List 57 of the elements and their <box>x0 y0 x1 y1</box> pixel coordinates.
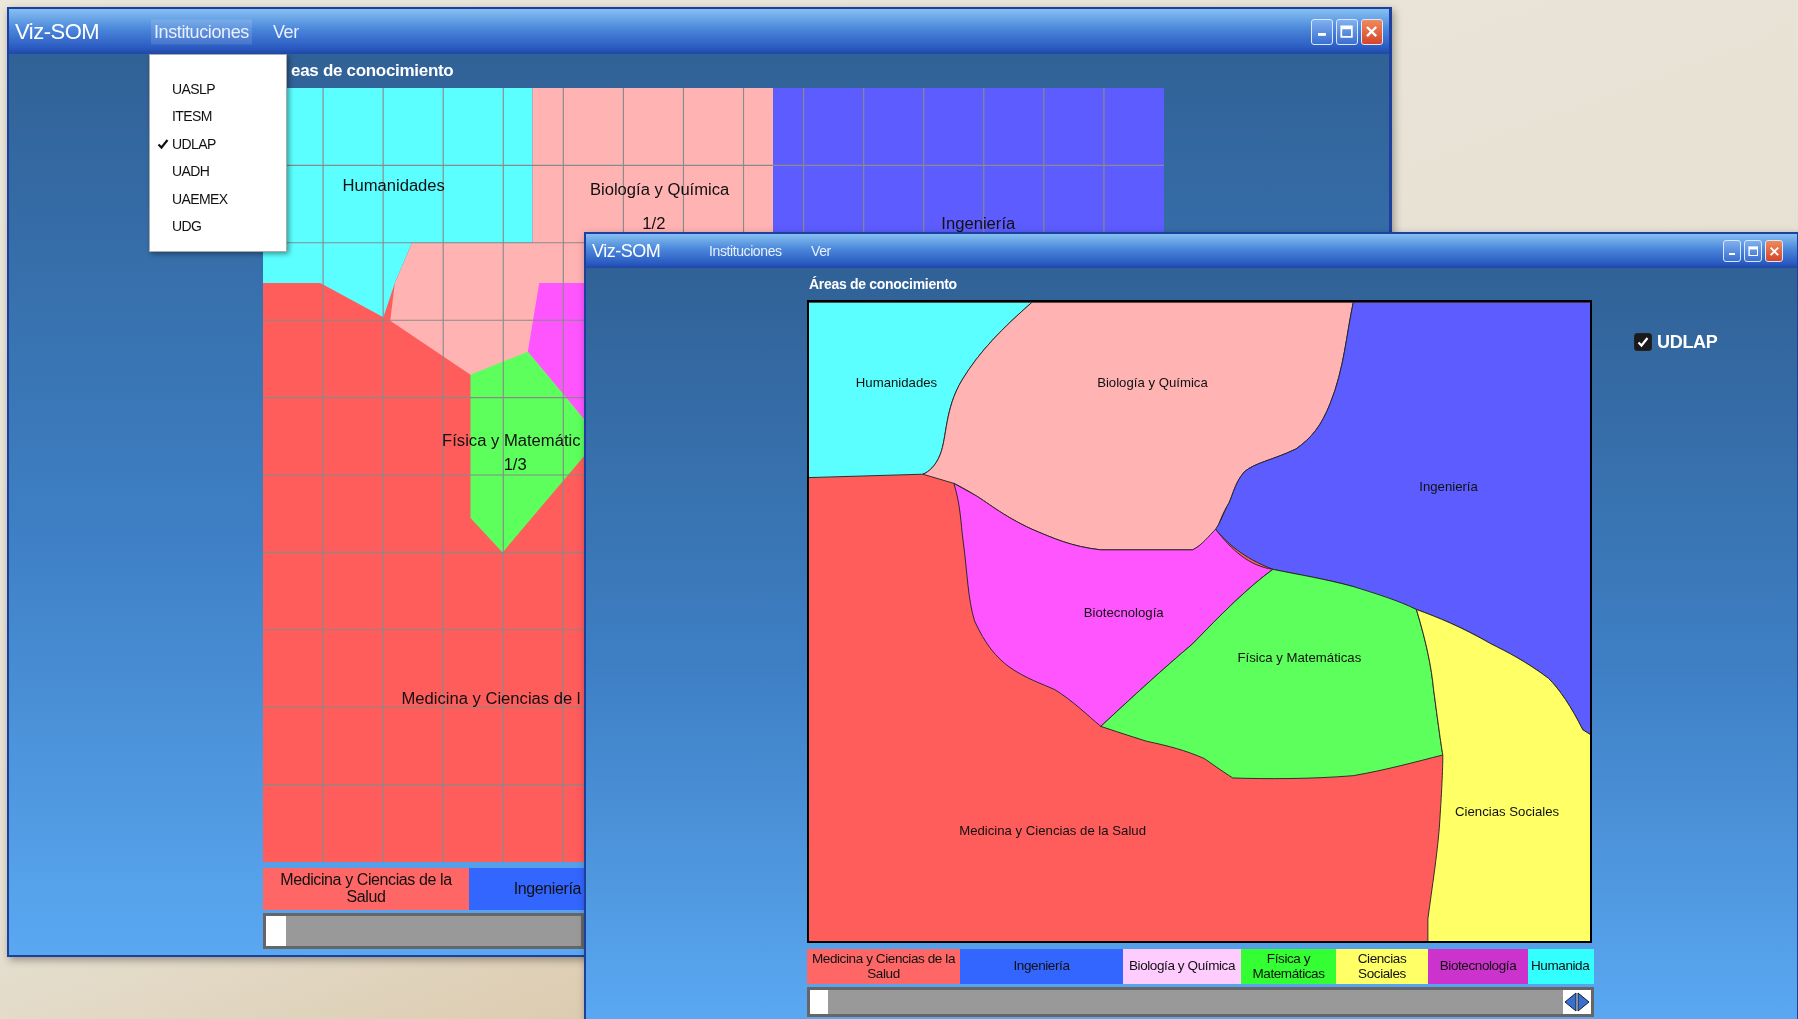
legend-item: Biología y Química <box>1123 949 1241 984</box>
check-icon <box>1637 336 1649 348</box>
menu-option[interactable]: UDG <box>150 212 286 240</box>
menu-option[interactable]: UASLP <box>150 75 286 103</box>
left-right-arrows-icon <box>1564 992 1590 1012</box>
maximize-icon <box>1340 24 1354 39</box>
menu-option[interactable]: UAEMEX <box>150 185 286 213</box>
legend-item: Biotecnología <box>1428 949 1528 984</box>
region-label: Ingeniería <box>941 214 1016 234</box>
close-icon <box>1768 245 1780 257</box>
close-button[interactable] <box>1765 240 1783 262</box>
maximize-button[interactable] <box>1744 240 1762 262</box>
menu-item[interactable]: Ver <box>270 19 302 44</box>
menu-option[interactable]: ITESM <box>150 102 286 130</box>
check-icon <box>157 137 169 150</box>
region-label: Física y Matemáticas <box>1237 650 1362 666</box>
region-label: Biología y Química <box>589 179 730 199</box>
scroll-thumb[interactable] <box>266 916 286 946</box>
section-heading: eas de conocimiento <box>291 61 454 81</box>
legend-item: Humanida <box>1528 949 1594 984</box>
scroll-arrows-button[interactable] <box>1563 990 1591 1014</box>
region-label: Biotecnología <box>1083 605 1164 621</box>
menu-option[interactable]: UDLAP <box>150 130 286 158</box>
scroll-thumb[interactable] <box>810 990 828 1014</box>
window-title: Viz-SOM <box>592 240 661 262</box>
region-label: Humanidades <box>855 375 938 391</box>
close-icon <box>1365 24 1379 39</box>
scrollbar[interactable] <box>263 913 584 949</box>
menu-item[interactable]: Ver <box>808 241 834 261</box>
checkbox-label: UDLAP <box>1657 331 1718 353</box>
checkbox[interactable] <box>1634 333 1652 351</box>
region-label: Ciencias Sociales <box>1455 803 1560 819</box>
legend-item: Ingeniería <box>469 868 584 910</box>
region-label: Ingeniería <box>1419 479 1478 495</box>
maximize-button[interactable] <box>1336 18 1358 45</box>
legend-item: Ingeniería <box>960 949 1123 984</box>
legend-item: Ciencias Sociales <box>1336 949 1428 984</box>
region-fraction: 1/2 <box>642 214 666 234</box>
menu-option[interactable]: UADH <box>150 157 286 185</box>
region-fraction: 1/3 <box>503 454 527 474</box>
region-label: Humanidades <box>342 176 445 196</box>
minimize-button[interactable] <box>1311 18 1333 45</box>
minimize-icon <box>1728 252 1736 255</box>
minimize-button[interactable] <box>1723 240 1741 262</box>
menu-item[interactable]: Instituciones <box>706 241 785 261</box>
close-button[interactable] <box>1361 18 1383 45</box>
region-label: Medicina y Ciencias de la Salud <box>959 823 1146 839</box>
legend-item: Medicina y Ciencias de la Salud <box>807 949 960 984</box>
legend-item: Física y Matemáticas <box>1241 949 1336 984</box>
section-heading: Áreas de conocimiento <box>809 276 957 292</box>
minimize-icon <box>1318 33 1326 37</box>
window-title: Viz-SOM <box>15 18 100 45</box>
region-label: Biología y Química <box>1097 375 1208 391</box>
region-label: Medicina y Ciencias de l <box>401 688 581 708</box>
maximize-icon <box>1747 245 1759 257</box>
scrollbar[interactable] <box>807 987 1594 1017</box>
legend-item: Medicina y Ciencias de la Salud <box>263 868 469 910</box>
